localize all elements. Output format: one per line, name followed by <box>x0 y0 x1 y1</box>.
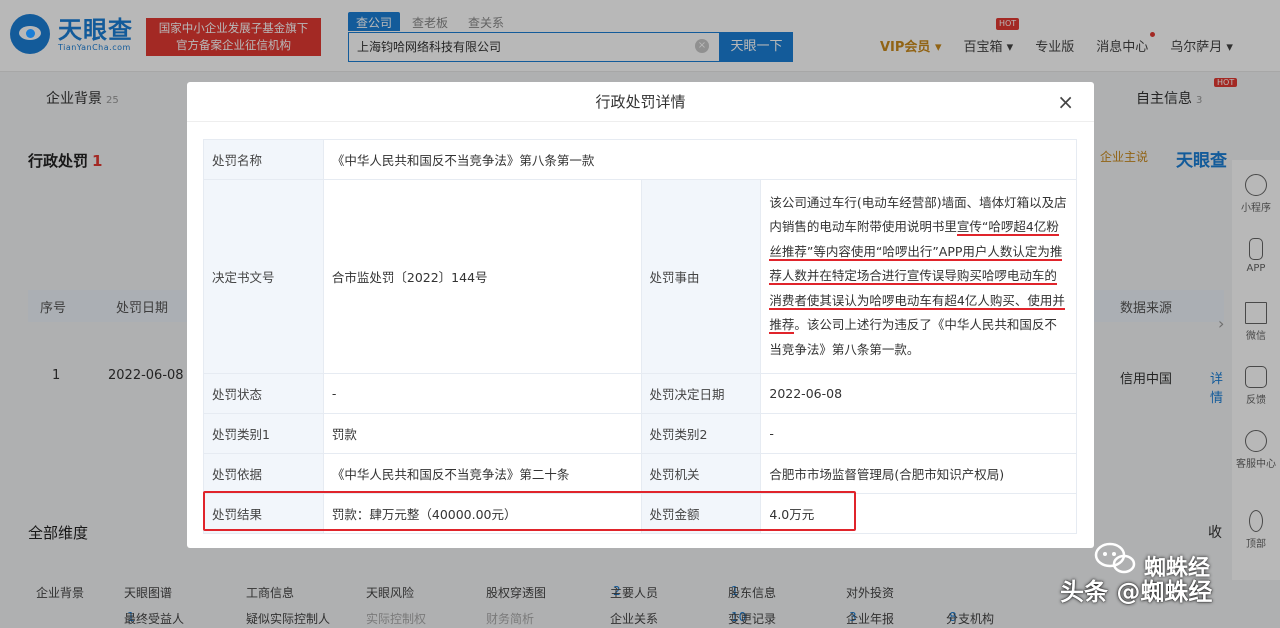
table-row: 决定书文号 合市监处罚〔2022〕144号 处罚事由 该公司通过车行(电动车经营… <box>203 179 1077 374</box>
table-row: 处罚依据 《中华人民共和国反不当竞争法》第二十条 处罚机关 合肥市市场监督管理局… <box>203 453 1077 494</box>
reason-text-end: 。该公司上述行为违反了《中华人民共和国反不当竞争法》第八条第一款。 <box>769 317 1057 357</box>
penalty-reason-value: 该公司通过车行(电动车经营部)墙面、墙体灯箱以及店内销售的电动车附带使用说明书里… <box>760 179 1077 374</box>
table-row: 处罚类别1 罚款 处罚类别2 - <box>203 413 1077 454</box>
result-value: 罚款：肆万元整（40000.00元） <box>322 493 642 534</box>
decision-date-label: 处罚决定日期 <box>640 373 762 414</box>
basis-label: 处罚依据 <box>203 453 324 494</box>
authority-value: 合肥市市场监督管理局(合肥市知识产权局) <box>760 453 1077 494</box>
table-row: 处罚名称 《中华人民共和国反不当竞争法》第八条第一款 <box>203 139 1078 180</box>
table-row: 处罚结果 罚款：肆万元整（40000.00元） 处罚金额 4.0万元 <box>203 493 1077 534</box>
status-value: - <box>322 373 642 414</box>
penalty-detail-table: 处罚名称 《中华人民共和国反不当竞争法》第八条第一款 决定书文号 合市监处罚〔2… <box>203 139 1078 534</box>
penalty-name-value: 《中华人民共和国反不当竞争法》第八条第一款 <box>322 139 1078 180</box>
amount-value: 4.0万元 <box>760 493 1077 534</box>
watermark-line2: 头条 @蜘蛛经 <box>1060 578 1213 606</box>
decision-doc-label: 决定书文号 <box>203 179 324 374</box>
status-label: 处罚状态 <box>203 373 324 414</box>
chat-bubble-icon <box>1094 542 1136 574</box>
decision-date-value: 2022-06-08 <box>760 373 1077 414</box>
amount-label: 处罚金额 <box>640 493 762 534</box>
result-label: 处罚结果 <box>203 493 324 534</box>
authority-label: 处罚机关 <box>640 453 762 494</box>
penalty-reason-label: 处罚事由 <box>640 179 762 374</box>
type2-label: 处罚类别2 <box>640 413 762 454</box>
modal-title: 行政处罚详情 <box>187 82 1094 122</box>
type1-value: 罚款 <box>322 413 642 454</box>
basis-value: 《中华人民共和国反不当竞争法》第二十条 <box>322 453 642 494</box>
penalty-name-label: 处罚名称 <box>203 139 324 180</box>
close-icon[interactable]: × <box>1057 92 1074 112</box>
penalty-detail-modal: 行政处罚详情 × 处罚名称 《中华人民共和国反不当竞争法》第八条第一款 决定书文… <box>187 82 1094 548</box>
decision-doc-value: 合市监处罚〔2022〕144号 <box>322 179 642 374</box>
type2-value: - <box>760 413 1077 454</box>
table-row: 处罚状态 - 处罚决定日期 2022-06-08 <box>203 373 1077 414</box>
type1-label: 处罚类别1 <box>203 413 324 454</box>
